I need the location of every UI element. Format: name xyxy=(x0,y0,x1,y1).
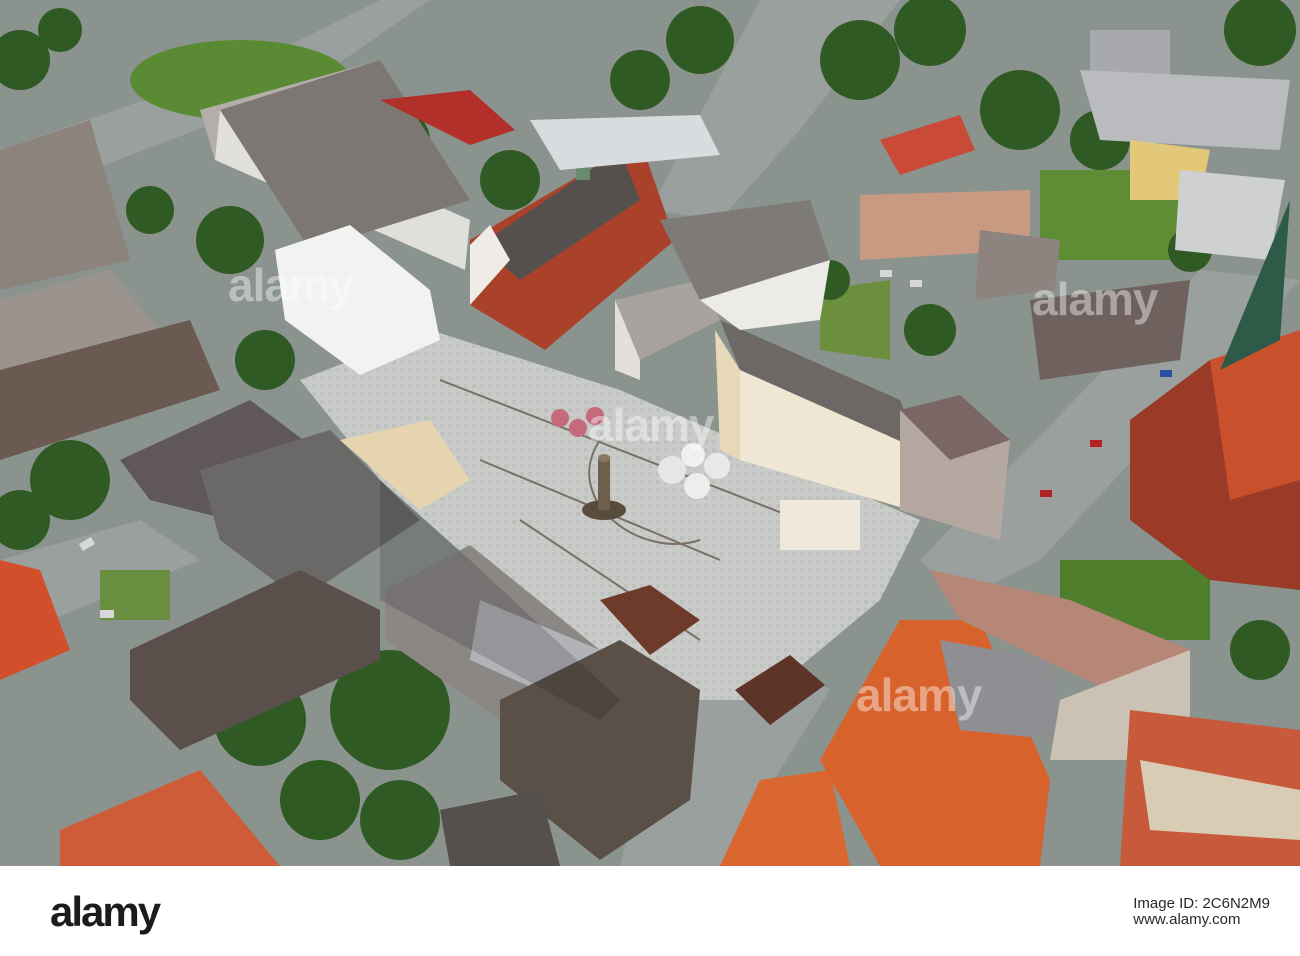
image-id-text: Image ID: 2C6N2M9 xyxy=(1133,895,1270,912)
aerial-photo: alamy alamy alamy alamy xyxy=(0,0,1300,866)
site-url-link[interactable]: www.alamy.com xyxy=(1133,912,1270,928)
brand-logo[interactable]: alamy xyxy=(50,888,161,936)
watermark-text: alamy xyxy=(588,399,714,451)
watermark-text: alamy xyxy=(228,259,354,311)
watermark-text: alamy xyxy=(1032,273,1158,325)
watermark-text: alamy xyxy=(856,669,982,721)
image-metadata: Image ID: 2C6N2M9 www.alamy.com xyxy=(1133,896,1270,928)
stock-footer-bar: alamy Image ID: 2C6N2M9 www.alamy.com xyxy=(0,866,1300,956)
